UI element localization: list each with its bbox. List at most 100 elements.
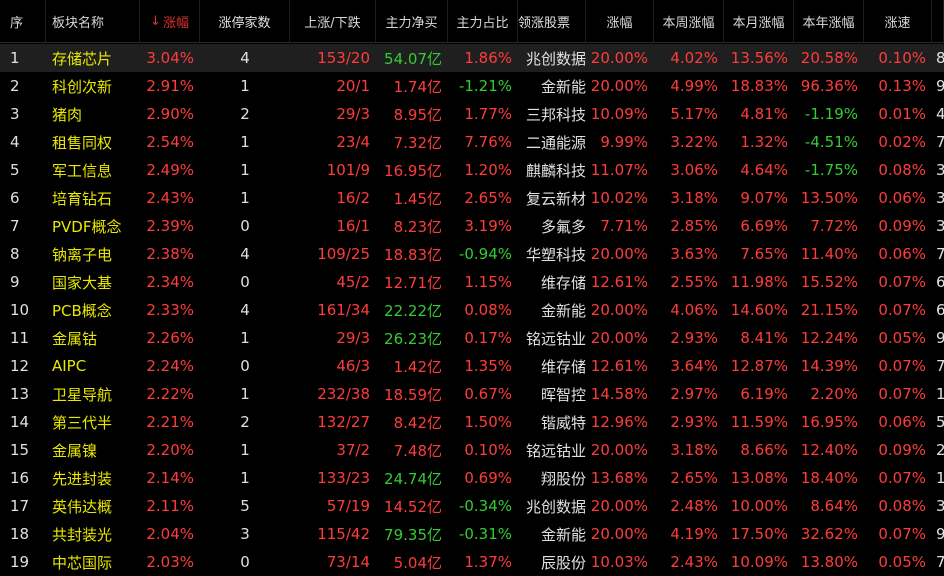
sort-desc-icon: ↓	[150, 13, 161, 29]
lead-change: 14.58%	[590, 385, 648, 403]
row-index: 7	[10, 217, 20, 235]
header-main-net-buy[interactable]: 主力净买	[376, 0, 448, 42]
table-row[interactable]: 7 PVDF概念 2.39% 0 16/1 8.23亿 3.19% 多氟多 7.71% 2.85%…	[0, 212, 944, 240]
table-row[interactable]: 9 国家大基 2.34% 0 45/2 12.71亿 1.15% 维存储 12.61% 2.55%…	[0, 268, 944, 296]
sector-change: 2.54%	[146, 133, 194, 151]
sector-name: 金属镍	[52, 441, 98, 460]
extra-value: 74	[936, 357, 944, 375]
lead-stock: 三邦科技	[525, 105, 586, 124]
week-change: 2.55%	[670, 273, 718, 291]
header-lead-stock[interactable]: 领涨股票	[518, 0, 586, 42]
header-limit-up-count[interactable]: 涨停家数	[200, 0, 290, 42]
main-net-buy: 18.59亿	[384, 385, 442, 404]
week-change: 3.18%	[670, 441, 718, 459]
table-row[interactable]: 19 中芯国际 2.03% 0 73/14 5.04亿 1.37% 辰股份 10.03% 2.43…	[0, 548, 944, 576]
lead-change: 12.96%	[590, 413, 648, 431]
header-year-change[interactable]: 本年涨幅	[794, 0, 864, 42]
table-row[interactable]: 2 科创次新 2.91% 1 20/1 1.74亿 -1.21% 金新能 20.00% 4.99%…	[0, 72, 944, 100]
month-change: 9.07%	[740, 189, 788, 207]
header-lead-change[interactable]: 涨幅	[586, 0, 654, 42]
speed: 0.08%	[878, 161, 926, 179]
header-extra-column[interactable]	[932, 0, 944, 42]
main-ratio: 1.35%	[464, 357, 512, 375]
table-row[interactable]: 4 租售同权 2.54% 1 23/4 7.32亿 7.76% 二通能源 9.99% 3.22% 1…	[0, 128, 944, 156]
speed: 0.07%	[878, 301, 926, 319]
header-speed[interactable]: 涨速	[864, 0, 932, 42]
week-change: 4.19%	[670, 525, 718, 543]
table-row[interactable]: 18 共封装光 2.04% 3 115/42 79.35亿 -0.31% 金新能 20.00% 4…	[0, 520, 944, 548]
header-main-ratio[interactable]: 主力占比	[448, 0, 518, 42]
week-change: 4.02%	[670, 49, 718, 67]
sector-name: 存储芯片	[52, 49, 113, 68]
speed: 0.01%	[878, 105, 926, 123]
month-change: 6.19%	[740, 385, 788, 403]
limit-up-count: 4	[240, 301, 250, 319]
main-net-buy: 16.95亿	[384, 161, 442, 180]
sector-name: PVDF概念	[52, 217, 122, 236]
table-row[interactable]: 5 军工信息 2.49% 1 101/9 16.95亿 1.20% 麒麟科技 11.07% 3.0…	[0, 156, 944, 184]
extra-value: 19	[936, 469, 944, 487]
table-row[interactable]: 3 猪肉 2.90% 2 29/3 8.95亿 1.77% 三邦科技 10.09% 5.17% 4.…	[0, 100, 944, 128]
week-change: 4.06%	[670, 301, 718, 319]
sector-name: 第三代半	[52, 413, 113, 432]
main-net-buy: 14.52亿	[384, 497, 442, 516]
main-ratio: 1.15%	[464, 273, 512, 291]
speed: 0.07%	[878, 469, 926, 487]
main-ratio: -0.94%	[458, 245, 512, 263]
up-down-count: 29/3	[336, 105, 370, 123]
sector-name: 卫星导航	[52, 385, 113, 404]
table-row[interactable]: 13 卫星导航 2.22% 1 232/38 18.59亿 0.67% 晖智控 14.58% 2.…	[0, 380, 944, 408]
month-change: 18.83%	[730, 77, 788, 95]
limit-up-count: 1	[240, 133, 250, 151]
year-change: 12.24%	[800, 329, 858, 347]
header-week-change[interactable]: 本周涨幅	[654, 0, 724, 42]
main-net-buy: 54.07亿	[384, 49, 442, 68]
up-down-count: 16/2	[336, 189, 370, 207]
main-net-buy: 24.74亿	[384, 469, 442, 488]
main-net-buy: 8.23亿	[393, 217, 442, 236]
lead-change: 13.68%	[590, 469, 648, 487]
header-change[interactable]: ↓ 涨幅	[140, 0, 200, 42]
up-down-count: 109/25	[317, 245, 370, 263]
month-change: 1.32%	[740, 133, 788, 151]
table-row[interactable]: 15 金属镍 2.20% 1 37/2 7.48亿 0.10% 铭远钴业 20.00% 3.18%…	[0, 436, 944, 464]
table-row[interactable]: 12 AIPC 2.24% 0 46/3 1.42亿 1.35% 维存储 12.61% 3.64%…	[0, 352, 944, 380]
table-row[interactable]: 16 先进封装 2.14% 1 133/23 24.74亿 0.69% 翔股份 13.68% 2.…	[0, 464, 944, 492]
table-row[interactable]: 6 培育钻石 2.43% 1 16/2 1.45亿 2.65% 复云新材 10.02% 3.18%…	[0, 184, 944, 212]
lead-change: 20.00%	[590, 329, 648, 347]
extra-value: 14	[936, 385, 944, 403]
limit-up-count: 1	[240, 77, 250, 95]
month-change: 11.98%	[730, 273, 788, 291]
lead-change: 20.00%	[590, 497, 648, 515]
limit-up-count: 5	[240, 497, 250, 515]
main-ratio: 0.69%	[464, 469, 512, 487]
lead-stock: 兆创数据	[525, 49, 586, 68]
sector-change: 2.14%	[146, 469, 194, 487]
speed: 0.02%	[878, 133, 926, 151]
up-down-count: 37/2	[336, 441, 370, 459]
up-down-count: 133/23	[317, 469, 370, 487]
sector-name: 军工信息	[52, 161, 113, 180]
up-down-count: 57/19	[326, 497, 370, 515]
row-index: 2	[10, 77, 20, 95]
table-row[interactable]: 8 钠离子电 2.38% 4 109/25 18.83亿 -0.94% 华塑科技 20.00% 3…	[0, 240, 944, 268]
header-index[interactable]: 序	[0, 0, 46, 42]
row-index: 1	[10, 49, 20, 67]
table-row[interactable]: 1 存储芯片 3.04% 4 153/20 54.07亿 1.86% 兆创数据 20.00% 4.…	[0, 44, 944, 72]
extra-value: 51	[936, 413, 944, 431]
main-net-buy: 7.48亿	[393, 441, 442, 460]
year-change: 11.40%	[800, 245, 858, 263]
table-row[interactable]: 14 第三代半 2.21% 2 132/27 8.42亿 1.50% 锴威特 12.96% 2.9…	[0, 408, 944, 436]
header-up-down[interactable]: 上涨/下跌	[290, 0, 376, 42]
limit-up-count: 0	[240, 273, 250, 291]
table-row[interactable]: 17 英伟达概 2.11% 5 57/19 14.52亿 -0.34% 兆创数据 20.00% 2…	[0, 492, 944, 520]
lead-stock: 辰股份	[540, 553, 586, 572]
lead-stock: 晖智控	[540, 385, 586, 404]
header-month-change[interactable]: 本月涨幅	[724, 0, 794, 42]
limit-up-count: 0	[240, 217, 250, 235]
table-row[interactable]: 11 金属钴 2.26% 1 29/3 26.23亿 0.17% 铭远钴业 20.00% 2.93…	[0, 324, 944, 352]
header-sector-name[interactable]: 板块名称	[46, 0, 140, 42]
table-row[interactable]: 10 PCB概念 2.33% 4 161/34 22.22亿 0.08% 金新能 20.00% 4…	[0, 296, 944, 324]
speed: 0.10%	[878, 49, 926, 67]
lead-change: 12.61%	[590, 273, 648, 291]
